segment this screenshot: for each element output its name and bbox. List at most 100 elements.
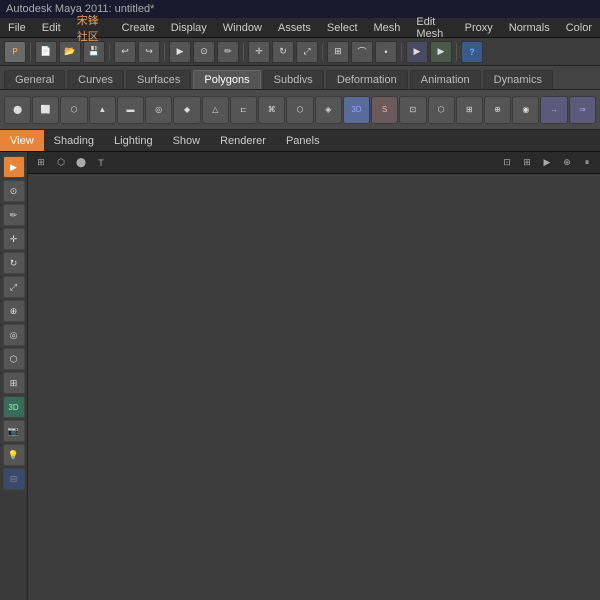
tool-lasso[interactable]: ⊙	[3, 180, 25, 202]
tool-light[interactable]: 💡	[3, 444, 25, 466]
tool-show-manip[interactable]: ⬡	[3, 348, 25, 370]
viewport-menu-lighting[interactable]: Lighting	[104, 130, 163, 151]
vp-btn-render[interactable]: ▶	[538, 154, 556, 172]
tool-scale[interactable]: ⤢	[3, 276, 25, 298]
tab-curves[interactable]: Curves	[67, 70, 124, 89]
toolbar-sep-4	[243, 43, 244, 61]
left-toolbar: ▶ ⊙ ✏ ✛ ↻ ⤢ ⊕ ◎ ⬡ ⊞ 3D 📷 💡 ⊟	[0, 152, 28, 600]
shelf-helix[interactable]: ⌘	[258, 96, 285, 124]
toolbar-snap-point[interactable]: •	[375, 41, 397, 63]
vp-btn-textured[interactable]: T	[92, 154, 110, 172]
toolbar-question[interactable]: ?	[461, 41, 483, 63]
menu-create[interactable]: Create	[114, 18, 163, 37]
shelf-soccer[interactable]: ⬡	[286, 96, 313, 124]
menu-edit-mesh[interactable]: Edit Mesh	[408, 18, 456, 37]
toolbar-new[interactable]: 📄	[35, 41, 57, 63]
viewport-menu-shading[interactable]: Shading	[44, 130, 104, 151]
menu-assets[interactable]: Assets	[270, 18, 319, 37]
toolbar-sep-7	[456, 43, 457, 61]
toolbar-save[interactable]: 💾	[83, 41, 105, 63]
toolbar-snap-grid[interactable]: ⊞	[327, 41, 349, 63]
menu-edit[interactable]: Edit	[34, 18, 69, 37]
shelf-cone[interactable]: ▲	[89, 96, 116, 124]
toolbar-lasso[interactable]: ⊙	[193, 41, 215, 63]
toolbar-undo[interactable]: ↩	[114, 41, 136, 63]
toolbar-render[interactable]: ▶	[406, 41, 428, 63]
shelf-prism[interactable]: ◆	[173, 96, 200, 124]
vp-btn-ipr[interactable]: ⊕	[558, 154, 576, 172]
shelf-bridge[interactable]: ⊞	[456, 96, 483, 124]
shelf-bevel[interactable]: ⬡	[428, 96, 455, 124]
tool-bottom[interactable]: ⊟	[3, 468, 25, 490]
menu-window[interactable]: Window	[215, 18, 270, 37]
shelf-cylinder[interactable]: ⬡	[60, 96, 87, 124]
viewport-menu-renderer[interactable]: Renderer	[210, 130, 276, 151]
vp-btn-grid[interactable]: ⊞	[32, 154, 50, 172]
tool-move[interactable]: ✛	[3, 228, 25, 250]
toolbar-paint[interactable]: ✏	[217, 41, 239, 63]
tool-universal[interactable]: ⊕	[3, 300, 25, 322]
menu-normals[interactable]: Normals	[501, 18, 558, 37]
tabs-row: General Curves Surfaces Polygons Subdivs…	[0, 66, 600, 90]
toolbar-ipr[interactable]: ▶	[430, 41, 452, 63]
menu-community[interactable]: 宋锋社区	[69, 18, 114, 37]
shelf-arrow[interactable]: →	[540, 96, 567, 124]
menu-bar: File Edit 宋锋社区 Create Display Window Ass…	[0, 18, 600, 38]
vp-btn-pause[interactable]: ⏸	[578, 154, 596, 172]
tab-general[interactable]: General	[4, 70, 65, 89]
vp-btn-smooth[interactable]: ⬤	[72, 154, 90, 172]
tool-snap[interactable]: ⊞	[3, 372, 25, 394]
vp-btn-layout[interactable]: ⊡	[498, 154, 516, 172]
toolbar-open[interactable]: 📂	[59, 41, 81, 63]
menu-file[interactable]: File	[0, 18, 34, 37]
tab-animation[interactable]: Animation	[410, 70, 481, 89]
tool-rotate[interactable]: ↻	[3, 252, 25, 274]
icon-shelf: ⬤ ⬜ ⬡ ▲ ▬ ◎ ◆ △ ⊏ ⌘ ⬡ ◈ 3D S ⊡ ⬡ ⊞ ⊕ ◉ →…	[0, 90, 600, 130]
menu-display[interactable]: Display	[163, 18, 215, 37]
menu-color[interactable]: Color	[558, 18, 600, 37]
tab-deformation[interactable]: Deformation	[326, 70, 408, 89]
toolbar-move[interactable]: ✛	[248, 41, 270, 63]
toolbar-select[interactable]: ▶	[169, 41, 191, 63]
tool-3d-text[interactable]: 3D	[3, 396, 25, 418]
toolbar-redo[interactable]: ↪	[138, 41, 160, 63]
vp-btn-wireframe[interactable]: ⬡	[52, 154, 70, 172]
tab-subdivs[interactable]: Subdivs	[263, 70, 324, 89]
tool-soft[interactable]: ◎	[3, 324, 25, 346]
shelf-torus[interactable]: ◎	[145, 96, 172, 124]
vp-btn-anim[interactable]: ⊞	[518, 154, 536, 172]
menu-proxy[interactable]: Proxy	[457, 18, 501, 37]
menu-mesh[interactable]: Mesh	[366, 18, 409, 37]
shelf-sphere[interactable]: ⬤	[4, 96, 31, 124]
toolbar-sep-3	[164, 43, 165, 61]
toolbar-snap-curve[interactable]: ⌒	[351, 41, 373, 63]
toolbar-sep-5	[322, 43, 323, 61]
tab-dynamics[interactable]: Dynamics	[483, 70, 553, 89]
viewport: ⊞ ⬡ ⬤ T ⊡ ⊞ ▶ ⊕ ⏸	[28, 152, 600, 600]
tab-surfaces[interactable]: Surfaces	[126, 70, 191, 89]
shelf-3d[interactable]: 3D	[343, 96, 370, 124]
shelf-append[interactable]: ⊕	[484, 96, 511, 124]
shelf-extrude[interactable]: ⊡	[399, 96, 426, 124]
viewport-menu-view[interactable]: View	[0, 130, 44, 151]
shelf-subdiv[interactable]: S	[371, 96, 398, 124]
toolbar-scale[interactable]: ⤢	[296, 41, 318, 63]
toolbar-rotate[interactable]: ↻	[272, 41, 294, 63]
shelf-pyramid[interactable]: △	[202, 96, 229, 124]
viewport-menu-panels[interactable]: Panels	[276, 130, 330, 151]
main-toolbar: P 📄 📂 💾 ↩ ↪ ▶ ⊙ ✏ ✛ ↻ ⤢ ⊞ ⌒ • ▶ ▶ ?	[0, 38, 600, 66]
shelf-pipe[interactable]: ⊏	[230, 96, 257, 124]
viewport-menu-show[interactable]: Show	[163, 130, 211, 151]
tab-polygons[interactable]: Polygons	[193, 70, 260, 89]
shelf-platonic[interactable]: ◈	[315, 96, 342, 124]
tool-paint[interactable]: ✏	[3, 204, 25, 226]
toolbar-polygons[interactable]: P	[4, 41, 26, 63]
menu-select[interactable]: Select	[319, 18, 366, 37]
shelf-fill-hole[interactable]: ◉	[512, 96, 539, 124]
viewport-menubar: View Shading Lighting Show Renderer Pane…	[0, 130, 600, 152]
shelf-arrow2[interactable]: ⇒	[569, 96, 596, 124]
shelf-cube[interactable]: ⬜	[32, 96, 59, 124]
tool-camera[interactable]: 📷	[3, 420, 25, 442]
shelf-plane[interactable]: ▬	[117, 96, 144, 124]
tool-select-arrow[interactable]: ▶	[3, 156, 25, 178]
